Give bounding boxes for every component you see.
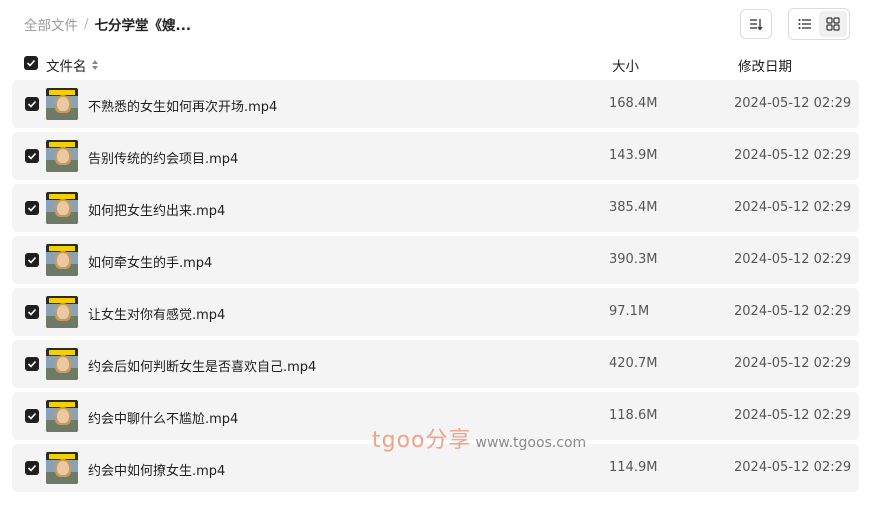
top-bar: 全部文件 / 七分学堂《嫂... (0, 0, 874, 48)
check-icon (27, 204, 37, 212)
file-size: 97.1M (609, 304, 650, 319)
row-checkbox[interactable] (25, 409, 39, 423)
check-icon (27, 308, 37, 316)
file-modified-date: 2024-05-12 02:29 (734, 200, 852, 215)
file-modified-date: 2024-05-12 02:29 (734, 148, 852, 163)
row-checkbox[interactable] (25, 201, 39, 215)
check-icon (27, 256, 37, 264)
file-modified-date: 2024-05-12 02:29 (734, 304, 852, 319)
column-header-name-label: 文件名 (46, 59, 87, 75)
breadcrumb-current-folder: 七分学堂《嫂... (94, 18, 191, 34)
check-icon (27, 412, 37, 420)
file-row[interactable]: 约会后如何判断女生是否喜欢自己.mp4 420.7M 2024-05-12 02… (12, 340, 859, 388)
list-view-icon (798, 19, 811, 29)
video-thumbnail (46, 140, 78, 172)
video-thumbnail (46, 192, 78, 224)
file-size: 114.9M (609, 460, 658, 475)
grid-view-button[interactable] (819, 11, 847, 37)
row-checkbox[interactable] (25, 149, 39, 163)
column-header-modified[interactable]: 修改日期 (738, 55, 792, 75)
video-thumbnail (46, 296, 78, 328)
file-size: 118.6M (609, 408, 658, 423)
file-row[interactable]: 不熟悉的女生如何再次开场.mp4 168.4M 2024-05-12 02:29 (12, 80, 859, 128)
file-size: 420.7M (609, 356, 658, 371)
file-row[interactable]: 约会中聊什么不尴尬.mp4 118.6M 2024-05-12 02:29 (12, 392, 859, 440)
row-checkbox[interactable] (25, 305, 39, 319)
file-name[interactable]: 如何把女生约出来.mp4 (88, 200, 225, 219)
row-checkbox[interactable] (25, 357, 39, 371)
file-row[interactable]: 如何把女生约出来.mp4 385.4M 2024-05-12 02:29 (12, 184, 859, 232)
sort-button[interactable] (740, 9, 772, 39)
column-header-size[interactable]: 大小 (612, 55, 639, 75)
video-thumbnail (46, 400, 78, 432)
check-icon (27, 360, 37, 368)
file-size: 168.4M (609, 96, 658, 111)
row-checkbox[interactable] (25, 97, 39, 111)
file-modified-date: 2024-05-12 02:29 (734, 356, 852, 371)
file-name[interactable]: 告别传统的约会项目.mp4 (88, 148, 238, 167)
row-checkbox[interactable] (25, 253, 39, 267)
select-all-checkbox[interactable] (24, 56, 38, 70)
file-modified-date: 2024-05-12 02:29 (734, 408, 852, 423)
view-mode-toggle (788, 8, 850, 40)
file-name[interactable]: 约会后如何判断女生是否喜欢自己.mp4 (88, 356, 316, 375)
file-row[interactable]: 告别传统的约会项目.mp4 143.9M 2024-05-12 02:29 (12, 132, 859, 180)
video-thumbnail (46, 88, 78, 120)
file-list: 不熟悉的女生如何再次开场.mp4 168.4M 2024-05-12 02:29… (12, 80, 859, 496)
file-name[interactable]: 约会中聊什么不尴尬.mp4 (88, 408, 238, 427)
breadcrumb-separator: / (84, 16, 89, 32)
file-name[interactable]: 让女生对你有感觉.mp4 (88, 304, 225, 323)
file-name[interactable]: 约会中如何撩女生.mp4 (88, 460, 225, 479)
breadcrumb: 全部文件 / 七分学堂《嫂... (24, 14, 191, 34)
file-name[interactable]: 如何牵女生的手.mp4 (88, 252, 212, 271)
column-header-name[interactable]: 文件名 (46, 55, 99, 75)
video-thumbnail (46, 452, 78, 484)
check-icon (27, 464, 37, 472)
breadcrumb-root-link[interactable]: 全部文件 (24, 14, 78, 34)
check-icon (27, 100, 37, 108)
sort-icon (750, 19, 763, 31)
list-view-button[interactable] (791, 11, 819, 37)
row-checkbox[interactable] (25, 461, 39, 475)
file-row[interactable]: 约会中如何撩女生.mp4 114.9M 2024-05-12 02:29 (12, 444, 859, 492)
file-name[interactable]: 不熟悉的女生如何再次开场.mp4 (88, 96, 277, 115)
sort-caret-icon (91, 60, 98, 70)
file-size: 385.4M (609, 200, 658, 215)
file-modified-date: 2024-05-12 02:29 (734, 460, 852, 475)
check-icon (27, 152, 37, 160)
grid-view-icon (826, 17, 840, 31)
video-thumbnail (46, 348, 78, 380)
file-row[interactable]: 让女生对你有感觉.mp4 97.1M 2024-05-12 02:29 (12, 288, 859, 336)
file-modified-date: 2024-05-12 02:29 (734, 96, 852, 111)
file-size: 390.3M (609, 252, 658, 267)
file-size: 143.9M (609, 148, 658, 163)
file-modified-date: 2024-05-12 02:29 (734, 252, 852, 267)
check-icon (26, 59, 36, 67)
video-thumbnail (46, 244, 78, 276)
file-list-header: 文件名 大小 修改日期 (0, 52, 874, 76)
file-row[interactable]: 如何牵女生的手.mp4 390.3M 2024-05-12 02:29 (12, 236, 859, 284)
